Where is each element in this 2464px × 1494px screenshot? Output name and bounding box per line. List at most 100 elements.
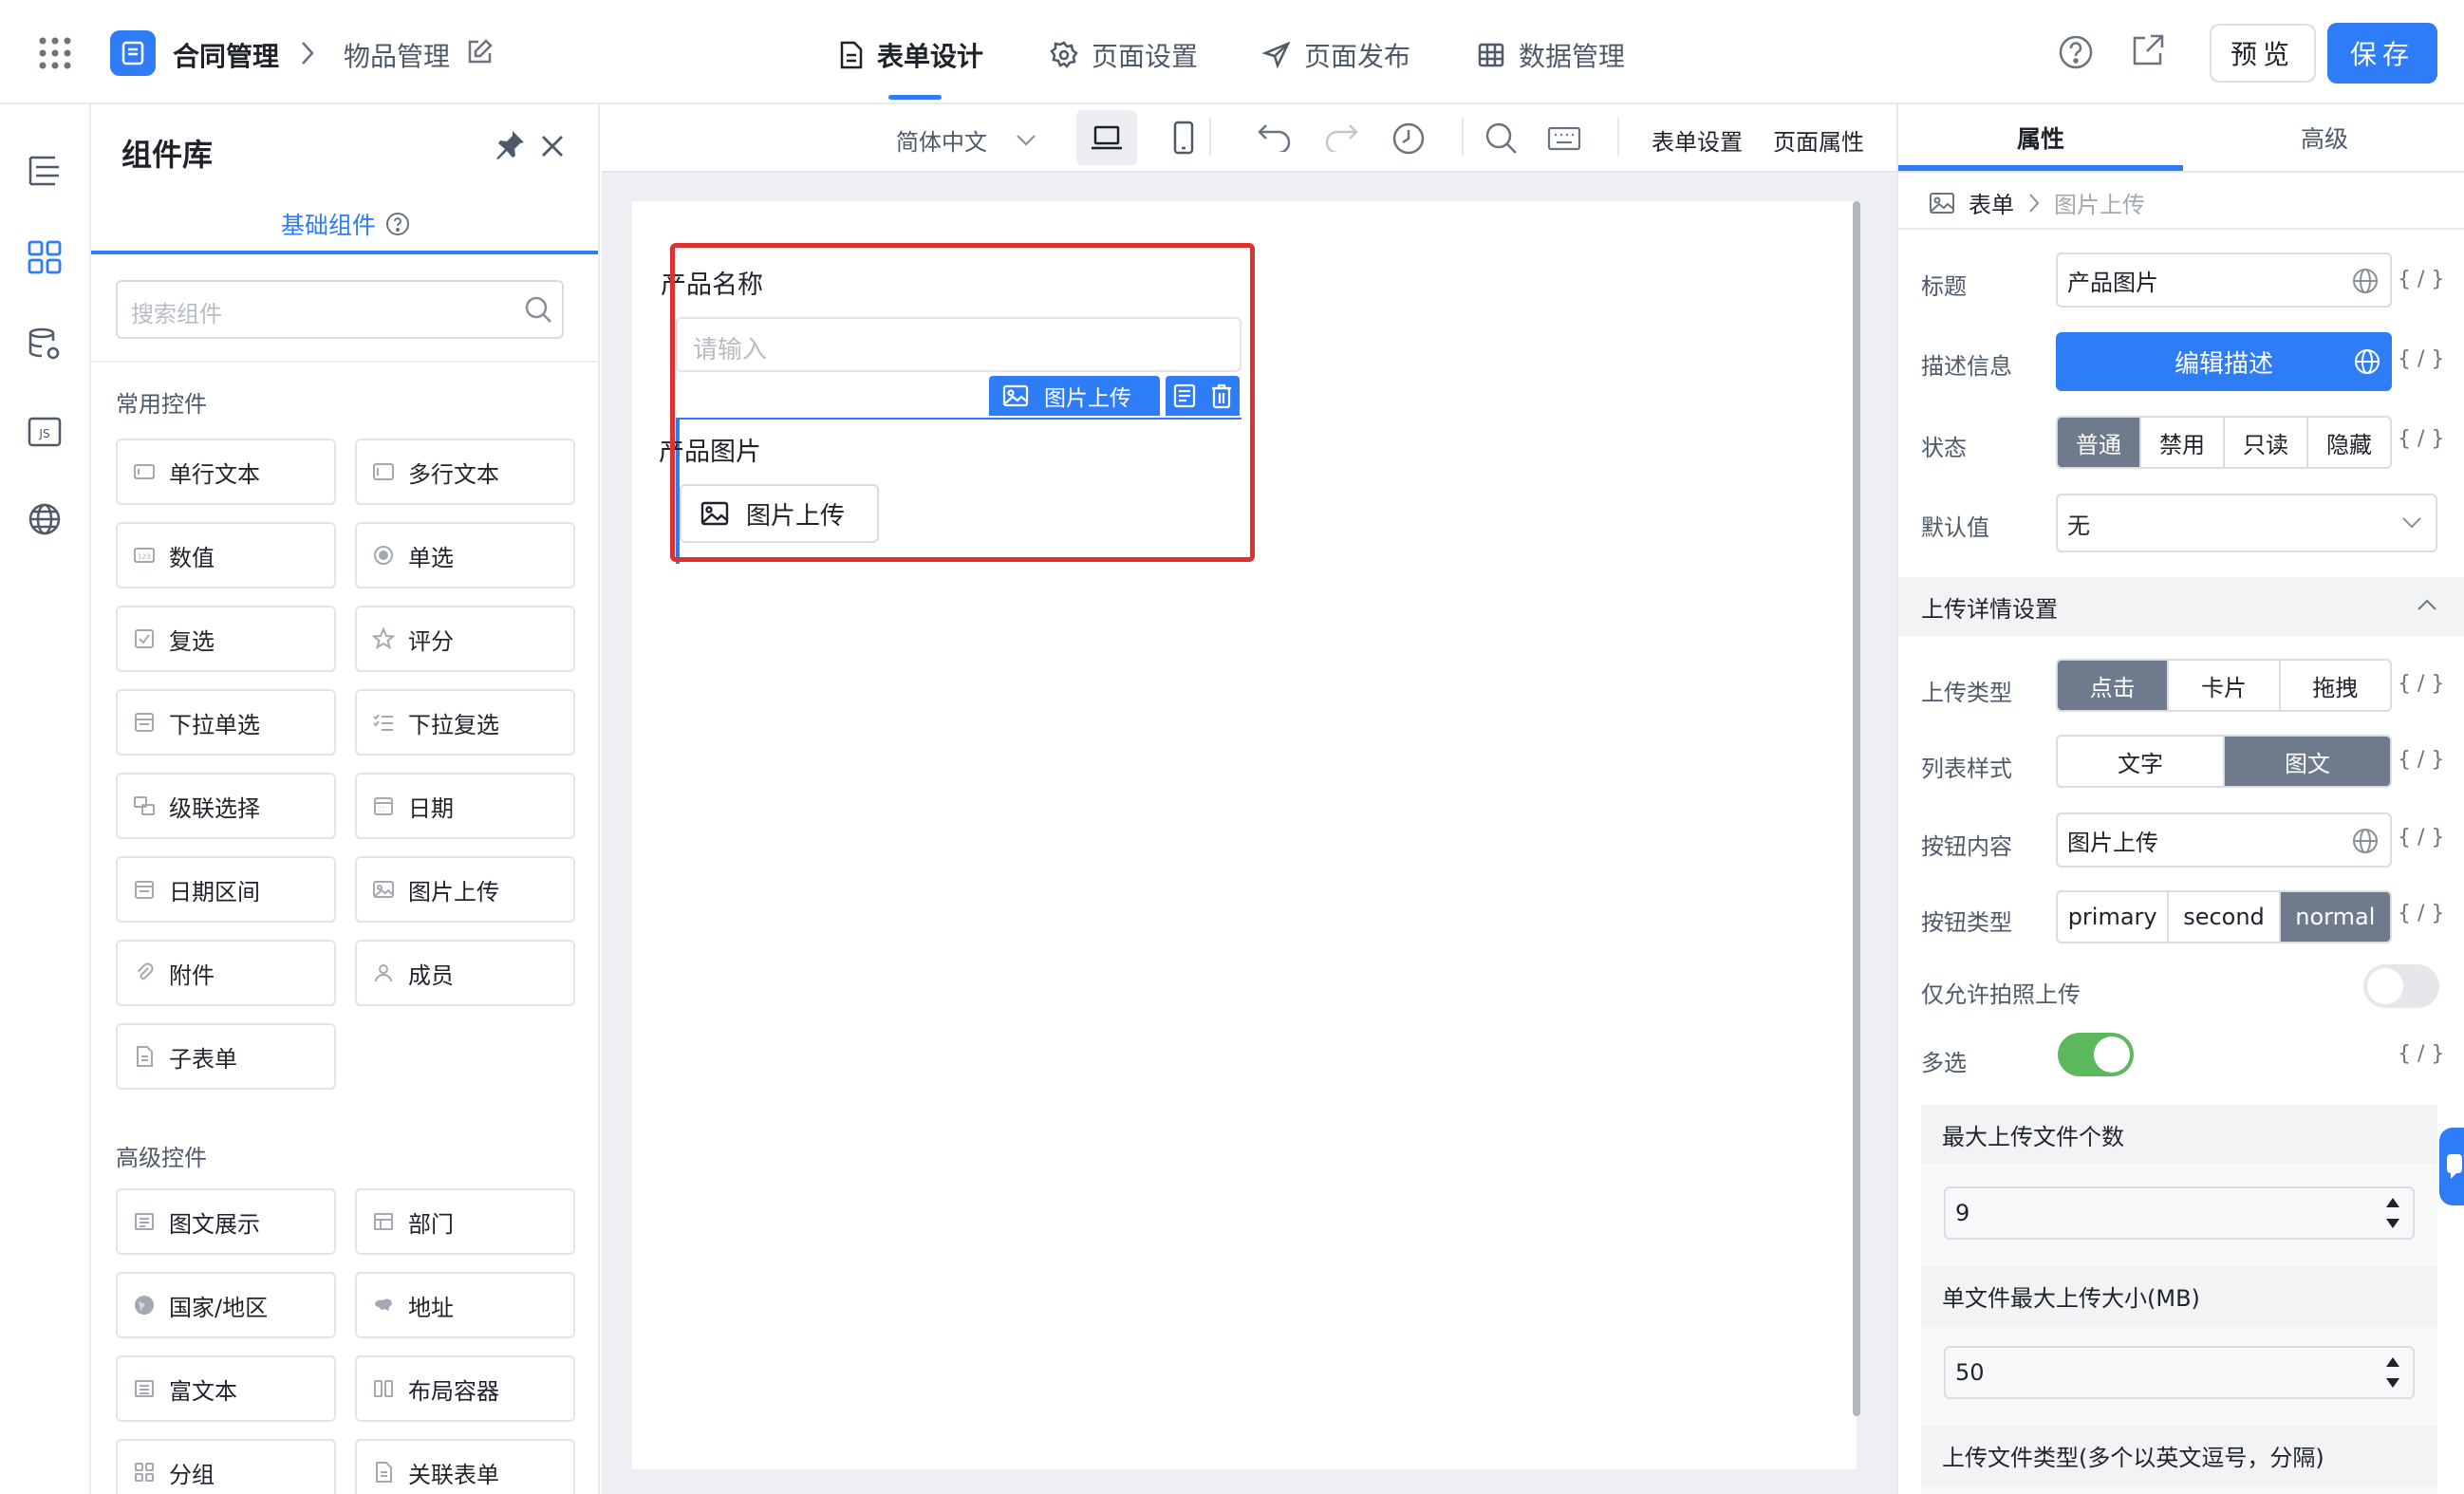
component-item[interactable]: 富文本 (116, 1355, 336, 1422)
status-segmented-control[interactable]: 普通 禁用 只读 隐藏 (2056, 416, 2392, 469)
globe-icon[interactable] (2354, 348, 2380, 375)
stepper-arrows-icon[interactable] (2384, 1194, 2401, 1232)
component-item[interactable]: 国家/地区 (116, 1272, 336, 1338)
outline-tree-icon[interactable] (27, 152, 63, 188)
apps-grid-icon[interactable] (38, 36, 72, 70)
component-item[interactable]: 单行文本 (116, 439, 336, 505)
search-icon[interactable] (1484, 121, 1519, 156)
desktop-view-button[interactable] (1076, 110, 1137, 165)
upload-type-card[interactable]: 卡片 (2169, 661, 2281, 710)
save-button[interactable]: 保存 (2327, 23, 2437, 84)
variable-binding-icon[interactable]: { / } (2398, 826, 2444, 850)
variable-binding-icon[interactable]: { / } (2398, 347, 2444, 371)
button-type-primary[interactable]: primary (2058, 892, 2170, 942)
component-item[interactable]: 下拉复选 (355, 689, 575, 756)
stepper-arrows-icon[interactable] (2384, 1354, 2401, 1391)
component-item[interactable]: 布局容器 (355, 1355, 575, 1422)
variable-binding-icon[interactable]: { / } (2398, 672, 2444, 696)
variable-binding-icon[interactable]: { / } (2398, 268, 2444, 291)
upload-type-click[interactable]: 点击 (2058, 661, 2170, 710)
max-size-input[interactable]: 50 (1944, 1346, 2415, 1399)
database-settings-icon[interactable] (27, 327, 63, 363)
help-circle-icon[interactable] (385, 212, 410, 236)
list-style-image-text[interactable]: 图文 (2225, 737, 2390, 786)
component-item[interactable]: 图片上传 (355, 856, 575, 923)
globe-icon[interactable] (2352, 828, 2379, 854)
max-files-input[interactable]: 9 (1944, 1186, 2415, 1240)
open-external-icon[interactable] (2130, 32, 2166, 68)
form-settings-button[interactable]: 表单设置 (1652, 123, 1743, 157)
button-type-second[interactable]: second (2169, 892, 2281, 942)
status-option-normal[interactable]: 普通 (2058, 418, 2141, 467)
history-icon[interactable] (1391, 121, 1426, 156)
component-item[interactable]: 复选 (116, 606, 336, 672)
list-style-text[interactable]: 文字 (2058, 737, 2225, 786)
feedback-side-tab[interactable] (2439, 1128, 2464, 1205)
status-option-readonly[interactable]: 只读 (2225, 418, 2308, 467)
title-input[interactable]: 产品图片 (2056, 252, 2392, 308)
pin-icon[interactable] (494, 129, 526, 161)
button-content-input[interactable]: 图片上传 (2056, 812, 2392, 868)
button-type-normal[interactable]: normal (2280, 892, 2390, 942)
camera-only-toggle[interactable] (2363, 964, 2439, 1008)
variable-binding-icon[interactable]: { / } (2398, 1042, 2444, 1066)
multi-select-toggle[interactable] (2058, 1033, 2134, 1076)
tab-basic-components[interactable]: 基础组件 (281, 207, 410, 241)
component-item[interactable]: 123 数值 (116, 522, 336, 588)
default-value-select[interactable]: 无 (2056, 494, 2437, 552)
component-item[interactable]: 成员 (355, 940, 575, 1006)
breadcrumb-root[interactable]: 表单 (1969, 186, 2014, 219)
keyboard-icon[interactable] (1547, 125, 1581, 152)
list-style-segmented-control[interactable]: 文字 图文 (2056, 735, 2392, 788)
tab-advanced[interactable]: 高级 (2183, 104, 2464, 171)
edit-description-button[interactable]: 编辑描述 (2056, 332, 2392, 391)
tab-form-design[interactable]: 表单设计 (839, 36, 983, 74)
undo-icon[interactable] (1257, 121, 1293, 152)
component-item[interactable]: 日期区间 (116, 856, 336, 923)
js-code-icon[interactable]: JS (27, 414, 63, 450)
component-item[interactable]: 附件 (116, 940, 336, 1006)
redo-icon[interactable] (1323, 121, 1359, 152)
globe-icon[interactable] (27, 501, 63, 537)
upload-type-segmented-control[interactable]: 点击 卡片 拖拽 (2056, 659, 2392, 712)
language-select[interactable]: 简体中文 (896, 123, 1036, 157)
app-name[interactable]: 合同管理 (173, 36, 279, 74)
component-item[interactable]: 关联表单 (355, 1439, 575, 1494)
components-icon[interactable] (27, 239, 63, 275)
component-item[interactable]: 日期 (355, 773, 575, 839)
preview-button[interactable]: 预览 (2210, 24, 2316, 83)
search-icon[interactable] (524, 295, 552, 324)
status-option-hidden[interactable]: 隐藏 (2308, 418, 2390, 467)
variable-binding-icon[interactable]: { / } (2398, 427, 2444, 451)
close-icon[interactable] (539, 133, 566, 159)
mobile-view-icon[interactable] (1171, 120, 1196, 156)
component-item[interactable]: 多行文本 (355, 439, 575, 505)
search-component-input[interactable]: 搜索组件 (116, 280, 564, 339)
variable-binding-icon[interactable]: { / } (2398, 902, 2444, 925)
chevron-up-icon[interactable] (2417, 598, 2437, 611)
component-item[interactable]: 评分 (355, 606, 575, 672)
page-properties-button[interactable]: 页面属性 (1773, 123, 1864, 157)
upload-type-drag[interactable]: 拖拽 (2281, 661, 2390, 710)
canvas-scrollbar[interactable] (1853, 201, 1860, 1416)
globe-icon[interactable] (2352, 268, 2379, 294)
component-item[interactable]: 单选 (355, 522, 575, 588)
help-icon[interactable] (2058, 34, 2094, 70)
component-item[interactable]: 下拉单选 (116, 689, 336, 756)
component-item[interactable]: 子表单 (116, 1023, 336, 1090)
status-option-disabled[interactable]: 禁用 (2141, 418, 2225, 467)
tab-page-settings[interactable]: 页面设置 (1050, 36, 1198, 74)
component-item[interactable]: 地址 (355, 1272, 575, 1338)
variable-binding-icon[interactable]: { / } (2398, 748, 2444, 772)
component-item[interactable]: 图文展示 (116, 1188, 336, 1255)
button-type-segmented-control[interactable]: primary second normal (2056, 890, 2392, 943)
component-item[interactable]: 级联选择 (116, 773, 336, 839)
upload-settings-section-header[interactable]: 上传详情设置 (1898, 577, 2464, 636)
component-item[interactable]: 部门 (355, 1188, 575, 1255)
tab-properties[interactable]: 属性 (1898, 104, 2183, 171)
tab-page-publish[interactable]: 页面发布 (1262, 36, 1410, 74)
sub-page-name[interactable]: 物品管理 (344, 36, 450, 74)
tab-data-management[interactable]: 数据管理 (1477, 36, 1625, 74)
edit-icon[interactable] (465, 38, 494, 66)
component-item[interactable]: 分组 (116, 1439, 336, 1494)
